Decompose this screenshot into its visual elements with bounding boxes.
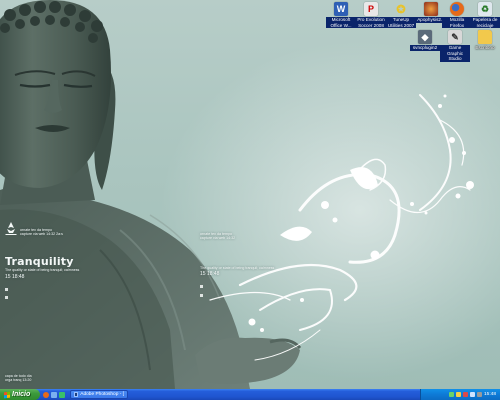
desktop-icon-escritorio[interactable]: Escritorio [470, 30, 500, 51]
widget-left-line-2: capture via web 14:32 2a:s [20, 232, 63, 237]
desktop-icon-label: Papelera de reciclaje [470, 17, 500, 29]
desktop-icon-label: Microsoft Office W... [326, 17, 356, 29]
widget-mark [5, 288, 8, 291]
widget-mark [5, 296, 8, 299]
widget-footer-line-2: orga tranq 13:20 [5, 378, 32, 383]
windows-logo-icon [4, 391, 10, 398]
widget-mark [200, 285, 203, 288]
desktop-icon-pes[interactable]: P Pro Evolution Soccer 2008 [356, 2, 386, 29]
word-icon: W [334, 2, 348, 16]
volume-tray-icon[interactable] [469, 392, 475, 397]
game-graphic-icon: ✎ [448, 30, 462, 44]
desktop-icon-recycle[interactable]: ♻ Papelera de reciclaje [470, 2, 500, 29]
widget-mark [200, 294, 203, 297]
firefox-icon [450, 2, 464, 16]
network-tray-icon[interactable] [448, 392, 454, 397]
widget-title: Tranquility [5, 255, 74, 268]
desktop[interactable]: ornate tex da tempo capture via web 14:3… [0, 0, 500, 389]
desktop-icon-label: svncplugin2 [410, 45, 440, 51]
media-player-icon[interactable] [59, 391, 65, 398]
system-tray: 15:48 [420, 389, 500, 400]
desktop-icon-label: Mozilla Firefox [442, 17, 472, 29]
desktop-icon-label: Escritorio [475, 45, 495, 50]
start-button[interactable]: Inicio [0, 389, 40, 400]
photoshop-icon [74, 392, 79, 397]
apophysis-icon [424, 2, 438, 16]
recycle-bin-icon: ♻ [478, 2, 492, 16]
tranquility-widget-left [5, 222, 17, 241]
desktop-icon-tuneup[interactable]: ✪ TuneUp Utilities 2007 [386, 2, 416, 29]
firefox-quicklaunch-icon[interactable] [43, 391, 49, 398]
desktop-icon-gamegraphic[interactable]: ✎ Game Graphic Studio [440, 30, 470, 62]
start-label: Inicio [12, 391, 31, 398]
messenger-tray-icon[interactable] [476, 392, 482, 397]
widget-mid-subtitle: The quality or state of being tranquil; … [200, 266, 275, 270]
desktop-icon-label: Game Graphic Studio [440, 45, 470, 62]
show-desktop-icon[interactable] [51, 391, 57, 398]
widget-left-footer: capa de todo dia orga tranq 13:20 [5, 374, 32, 383]
folder-icon [478, 30, 492, 44]
tray-clock[interactable]: 15:48 [484, 392, 496, 397]
security-tray-icon[interactable] [455, 392, 461, 397]
tuneup-icon: ✪ [396, 3, 406, 16]
widget-mid-clock: 15 18:48 [200, 271, 220, 277]
taskbar: Inicio Adobe Photoshop - [ 15:48 [0, 389, 500, 400]
quick-launch [40, 391, 68, 398]
wallpaper [0, 0, 500, 389]
widget-mid-info: ornate tex da tempo capture via web 14:3… [200, 232, 235, 241]
desktop-icon-svncplugin[interactable]: ◆ svncplugin2 [410, 30, 440, 51]
plugin-icon: ◆ [418, 30, 432, 44]
widget-left-info: ornate tex da tempo capture via web 14:3… [20, 228, 63, 237]
desktop-icon-label: Pro Evolution Soccer 2008 [356, 17, 386, 29]
pes-icon: P [364, 2, 378, 16]
taskbar-item-photoshop[interactable]: Adobe Photoshop - [ [70, 390, 128, 399]
widget-subtitle: The quality or state of being tranquil; … [5, 268, 80, 272]
lotus-icon [5, 222, 17, 235]
widget-mid-line-2: capture via web 14:32 [200, 236, 236, 241]
antivirus-tray-icon[interactable] [462, 392, 468, 397]
taskbar-item-label: Adobe Photoshop - [ [80, 392, 124, 397]
widget-clock: 15 18:48 [5, 274, 25, 280]
desktop-icon-firefox[interactable]: Mozilla Firefox [442, 2, 472, 29]
desktop-icon-label: TuneUp Utilities 2007 [386, 17, 416, 29]
desktop-icon-msoffice[interactable]: W Microsoft Office W... [326, 2, 356, 29]
